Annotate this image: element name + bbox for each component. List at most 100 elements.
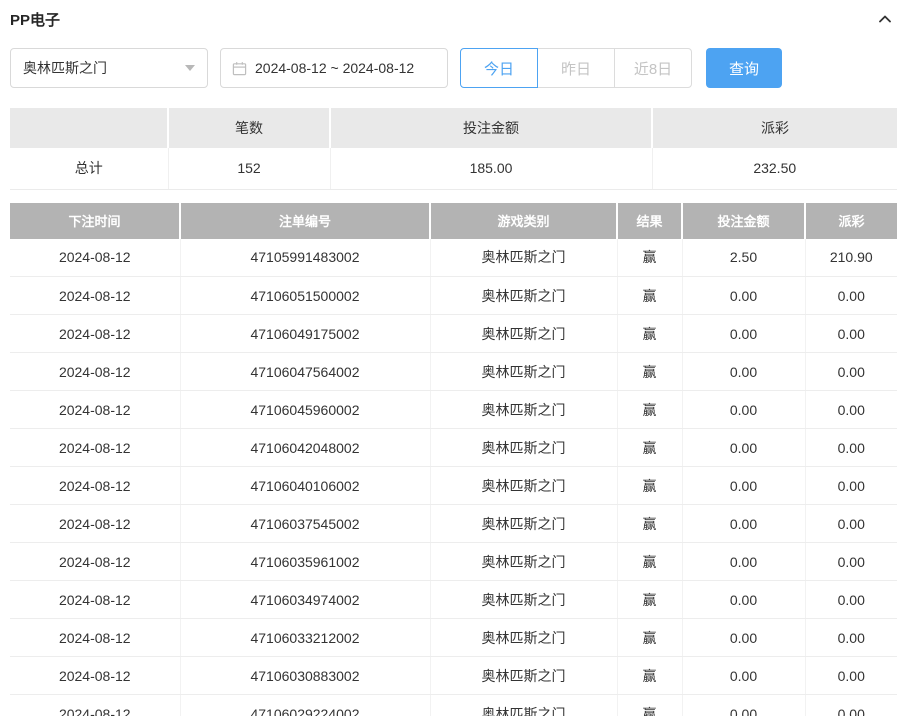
quick-range-button-group: 今日 昨日 近8日 [460,48,692,88]
cell-bet-time: 2024-08-12 [10,694,181,716]
cell-game-type: 奥林匹斯之门 [430,694,618,716]
cell-bet-time: 2024-08-12 [10,656,181,695]
summary-total-row: 总计 152 185.00 232.50 [10,148,897,190]
table-row: 2024-08-12 47106047564002 奥林匹斯之门赢 0.00 0.00 [10,352,897,391]
cell-payout: 0.00 [805,694,897,716]
cell-game-type: 奥林匹斯之门 [430,542,618,581]
game-select[interactable]: 奥林匹斯之门 [10,48,208,88]
table-row: 2024-08-12 47105991483002 奥林匹斯之门赢 2.50 210.9… [10,238,897,277]
cell-game-type: 奥林匹斯之门 [430,504,618,543]
header-game-type: 游戏类别 [430,202,618,239]
cell-game-type: 奥林匹斯之门 [430,276,618,315]
summary-header-count: 笔数 [168,108,331,148]
cell-order-id: 47106033212002 [180,618,431,657]
collapse-chevron-up-icon[interactable] [877,11,897,27]
calendar-icon [232,61,247,76]
cell-bet-time: 2024-08-12 [10,428,181,467]
header-bet-time: 下注时间 [10,202,181,239]
last-8-days-button[interactable]: 近8日 [614,48,692,88]
cell-result: 赢 [617,314,683,353]
bet-table-header-row: 下注时间 注单编号 游戏类别 结果 投注金额 派彩 [10,202,897,239]
cell-result: 赢 [617,390,683,429]
date-range-picker[interactable]: 2024-08-12 ~ 2024-08-12 [220,48,448,88]
table-row: 2024-08-12 47106051500002 奥林匹斯之门赢 0.00 0.00 [10,276,897,315]
cell-game-type: 奥林匹斯之门 [430,238,618,277]
cell-payout: 0.00 [805,352,897,391]
cell-bet-time: 2024-08-12 [10,504,181,543]
cell-bet-amount: 0.00 [682,542,806,581]
summary-header-bet-amount: 投注金额 [330,108,653,148]
summary-header-row: 笔数 投注金额 派彩 [10,108,897,148]
cell-payout: 0.00 [805,276,897,315]
cell-order-id: 47106047564002 [180,352,431,391]
panel-title: PP电子 [10,11,61,29]
cell-game-type: 奥林匹斯之门 [430,618,618,657]
cell-bet-amount: 0.00 [682,618,806,657]
table-row: 2024-08-12 47106045960002 奥林匹斯之门赢 0.00 0.00 [10,390,897,429]
cell-payout: 0.00 [805,466,897,505]
cell-result: 赢 [617,580,683,619]
cell-order-id: 47106034974002 [180,580,431,619]
cell-game-type: 奥林匹斯之门 [430,428,618,467]
cell-bet-amount: 0.00 [682,390,806,429]
cell-bet-time: 2024-08-12 [10,542,181,581]
game-select-value: 奥林匹斯之门 [23,60,107,76]
cell-game-type: 奥林匹斯之门 [430,314,618,353]
cell-payout: 0.00 [805,504,897,543]
cell-payout: 0.00 [805,656,897,695]
yesterday-button[interactable]: 昨日 [537,48,615,88]
header-order-id: 注单编号 [180,202,431,239]
cell-result: 赢 [617,542,683,581]
cell-order-id: 47106029224002 [180,694,431,716]
cell-game-type: 奥林匹斯之门 [430,580,618,619]
summary-total-label: 总计 [10,148,169,190]
cell-bet-time: 2024-08-12 [10,314,181,353]
header-result: 结果 [617,202,683,239]
cell-result: 赢 [617,656,683,695]
cell-bet-amount: 0.00 [682,580,806,619]
cell-bet-time: 2024-08-12 [10,352,181,391]
cell-game-type: 奥林匹斯之门 [430,390,618,429]
date-range-value: 2024-08-12 ~ 2024-08-12 [255,60,415,76]
cell-bet-amount: 0.00 [682,466,806,505]
cell-bet-amount: 0.00 [682,276,806,315]
table-row: 2024-08-12 47106040106002 奥林匹斯之门赢 0.00 0.00 [10,466,897,505]
cell-bet-amount: 0.00 [682,656,806,695]
cell-payout: 0.00 [805,618,897,657]
cell-result: 赢 [617,618,683,657]
panel-header: PP电子 [10,8,897,30]
table-row: 2024-08-12 47106042048002 奥林匹斯之门赢 0.00 0.00 [10,428,897,467]
today-button[interactable]: 今日 [460,48,538,88]
cell-payout: 0.00 [805,542,897,581]
cell-result: 赢 [617,466,683,505]
table-row: 2024-08-12 47106030883002 奥林匹斯之门赢 0.00 0.00 [10,656,897,695]
cell-result: 赢 [617,694,683,716]
cell-order-id: 47106035961002 [180,542,431,581]
cell-game-type: 奥林匹斯之门 [430,466,618,505]
cell-order-id: 47106049175002 [180,314,431,353]
cell-order-id: 47106051500002 [180,276,431,315]
table-row: 2024-08-12 47106033212002 奥林匹斯之门赢 0.00 0.00 [10,618,897,657]
query-button[interactable]: 查询 [706,48,782,88]
cell-order-id: 47106045960002 [180,390,431,429]
cell-bet-time: 2024-08-12 [10,390,181,429]
summary-total-payout: 232.50 [652,148,897,190]
table-row: 2024-08-12 47106049175002 奥林匹斯之门赢 0.00 0.00 [10,314,897,353]
cell-bet-amount: 0.00 [682,694,806,716]
cell-order-id: 47105991483002 [180,238,431,277]
cell-result: 赢 [617,504,683,543]
cell-payout: 210.90 [805,238,897,277]
cell-order-id: 47106030883002 [180,656,431,695]
pp-electronic-panel: PP电子 奥林匹斯之门 2024-08-12 ~ 2024-08-12 今日 昨… [0,8,907,716]
caret-down-icon [185,65,195,71]
cell-bet-time: 2024-08-12 [10,580,181,619]
table-row: 2024-08-12 47106037545002 奥林匹斯之门赢 0.00 0.00 [10,504,897,543]
bet-table-body: 2024-08-12 47105991483002 奥林匹斯之门赢 2.50 210.9… [10,238,897,716]
cell-payout: 0.00 [805,580,897,619]
cell-bet-time: 2024-08-12 [10,238,181,277]
cell-result: 赢 [617,238,683,277]
header-bet-amount: 投注金额 [682,202,806,239]
table-row: 2024-08-12 47106034974002 奥林匹斯之门赢 0.00 0.00 [10,580,897,619]
summary-header-payout: 派彩 [652,108,897,148]
summary-header-blank [10,108,169,148]
